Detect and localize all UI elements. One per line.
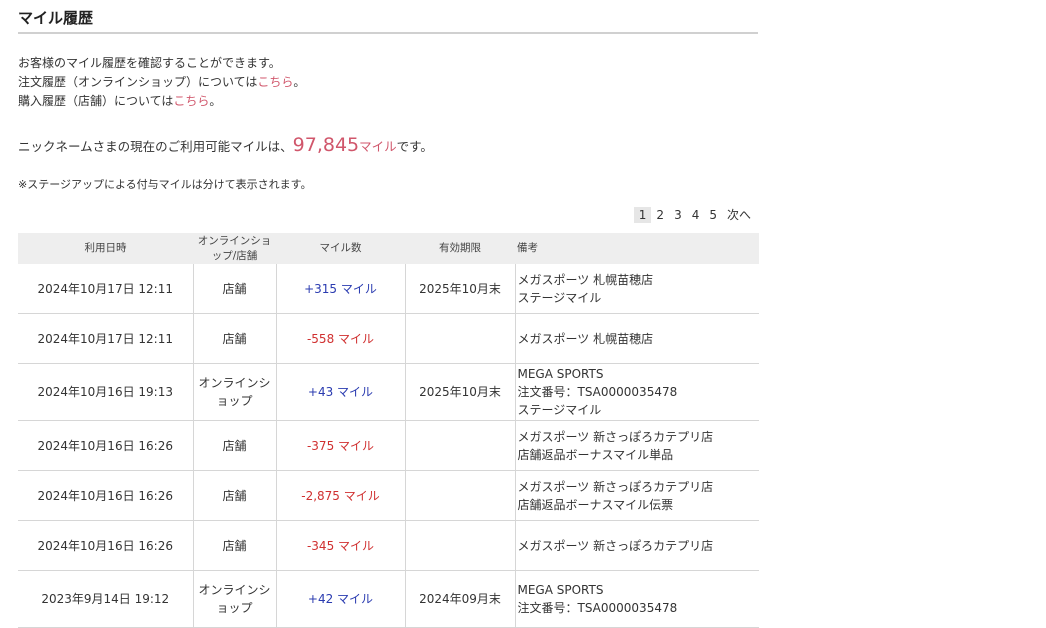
cell-remark: MEGA SPORTS 注文番号：TSA0000035478 ステージマイル: [514, 363, 759, 421]
pagination: 1 2 3 4 5 次へ: [633, 205, 756, 224]
cell-remark: メガスポーツ 新さっぽろカテプリ店: [514, 520, 759, 571]
remark-line: 店舗返品ボーナスマイル単品: [517, 447, 674, 462]
cell-remark: メガスポーツ 札幌苗穂店 ステージマイル: [514, 264, 759, 314]
page-4-button[interactable]: 4: [687, 207, 705, 223]
cell-expiry: [404, 313, 515, 364]
cell-expiry: [404, 520, 515, 571]
cell-miles: +315 マイル: [275, 264, 405, 314]
cell-remark: MEGA SPORTS 注文番号：TSA0000035478: [514, 570, 759, 628]
remark-line: 注文番号：TSA0000035478: [517, 385, 678, 399]
remark-line: MEGA SPORTS: [517, 367, 604, 381]
header-expiry: 有効期限: [405, 233, 515, 264]
cell-date: 2024年10月16日 19:13: [18, 363, 193, 421]
cell-miles: -558 マイル: [275, 313, 405, 364]
remark-line: メガスポーツ 札幌苗穂店: [517, 272, 654, 287]
page-2-button[interactable]: 2: [651, 207, 669, 223]
mile-balance: ニックネームさまの現在のご利用可能マイルは、97,845マイルです。: [18, 133, 758, 159]
page-3-button[interactable]: 3: [669, 207, 687, 223]
cell-expiry: [404, 420, 515, 471]
balance-prefix: ニックネームさまの現在のご利用可能マイルは、: [18, 139, 293, 154]
page-5-button[interactable]: 5: [704, 207, 722, 223]
cell-channel: オンラインショップ: [192, 570, 276, 628]
cell-channel: 店舗: [192, 520, 276, 571]
mile-history-table: 利用日時 オンラインショップ/店舗 マイル数 有効期限 備考 2024年10月1…: [18, 233, 759, 628]
cell-miles: -2,875 マイル: [275, 470, 405, 521]
cell-channel: 店舗: [192, 313, 276, 364]
cell-expiry: [404, 470, 515, 521]
cell-channel: 店舗: [192, 264, 276, 314]
cell-miles: -375 マイル: [275, 420, 405, 471]
cell-remark: メガスポーツ 新さっぽろカテプリ店 店舗返品ボーナスマイル単品: [514, 420, 759, 471]
table-row: 2024年10月16日 16:26 店舗 -345 マイル メガスポーツ 新さっ…: [18, 520, 759, 571]
remark-line: メガスポーツ 新さっぽろカテプリ店: [517, 479, 714, 494]
cell-channel: オンラインショップ: [192, 363, 276, 421]
header-remark: 備考: [515, 233, 759, 264]
intro-line-2-suffix: 。: [293, 75, 306, 89]
table-row: 2024年10月17日 12:11 店舗 +315 マイル 2025年10月末 …: [18, 264, 759, 314]
remark-line: メガスポーツ 新さっぽろカテプリ店: [517, 429, 714, 444]
balance-unit: マイル: [359, 139, 397, 154]
mile-history-section: マイル履歴 お客様のマイル履歴を確認することができます。 注文履歴（オンラインシ…: [18, 0, 759, 628]
remark-line: メガスポーツ 新さっぽろカテプリ店: [517, 538, 714, 553]
stage-note: ※ステージアップによる付与マイルは分けて表示されます。: [18, 178, 312, 191]
cell-remark: メガスポーツ 新さっぽろカテプリ店 店舗返品ボーナスマイル伝票: [514, 470, 759, 521]
remark-line: ステージマイル: [517, 290, 602, 305]
cell-date: 2024年10月16日 16:26: [18, 520, 193, 571]
page-title: マイル履歴: [18, 8, 758, 34]
remark-line: MEGA SPORTS: [517, 583, 604, 597]
cell-date: 2024年10月17日 12:11: [18, 313, 193, 364]
cell-channel: 店舗: [192, 470, 276, 521]
cell-date: 2024年10月16日 16:26: [18, 420, 193, 471]
intro-line-2-text: 注文履歴（オンラインショップ）については: [18, 75, 258, 89]
intro-line-3: 購入履歴（店舗）についてはこちら。: [18, 92, 758, 111]
header-miles: マイル数: [276, 233, 405, 264]
next-page-button[interactable]: 次へ: [722, 205, 756, 224]
cell-date: 2023年9月14日 19:12: [18, 570, 193, 628]
balance-suffix: です。: [396, 139, 433, 154]
intro-text: お客様のマイル履歴を確認することができます。 注文履歴（オンラインショップ）につ…: [18, 54, 758, 111]
intro-line-1: お客様のマイル履歴を確認することができます。: [18, 56, 281, 70]
cell-miles: -345 マイル: [275, 520, 405, 571]
cell-expiry: 2025年10月末: [404, 363, 515, 421]
table-row: 2024年10月16日 16:26 店舗 -2,875 マイル メガスポーツ 新…: [18, 470, 759, 521]
intro-line-2: 注文履歴（オンラインショップ）についてはこちら。: [18, 73, 758, 92]
purchase-history-link[interactable]: こちら: [173, 94, 209, 108]
cell-expiry: 2024年09月末: [404, 570, 515, 628]
cell-miles: +42 マイル: [275, 570, 405, 628]
intro-line-3-text: 購入履歴（店舗）については: [18, 94, 174, 108]
table-row: 2024年10月16日 16:26 店舗 -375 マイル メガスポーツ 新さっ…: [18, 420, 759, 471]
order-history-link[interactable]: こちら: [257, 75, 293, 89]
cell-miles: +43 マイル: [275, 363, 405, 421]
table-row: 2024年10月17日 12:11 店舗 -558 マイル メガスポーツ 札幌苗…: [18, 313, 759, 364]
header-date: 利用日時: [18, 233, 193, 264]
cell-remark: メガスポーツ 札幌苗穂店: [514, 313, 759, 364]
header-channel: オンラインショップ/店舗: [193, 233, 276, 264]
table-header-row: 利用日時 オンラインショップ/店舗 マイル数 有効期限 備考: [18, 233, 759, 264]
page-1-button[interactable]: 1: [633, 206, 652, 223]
remark-line: 店舗返品ボーナスマイル伝票: [517, 497, 674, 512]
cell-expiry: 2025年10月末: [404, 264, 515, 314]
cell-channel: 店舗: [192, 420, 276, 471]
cell-date: 2024年10月17日 12:11: [18, 264, 193, 314]
remark-line: メガスポーツ 札幌苗穂店: [517, 331, 654, 346]
table-row: 2024年10月16日 19:13 オンラインショップ +43 マイル 2025…: [18, 363, 759, 421]
remark-line: ステージマイル: [517, 403, 602, 417]
balance-value: 97,845: [292, 134, 360, 156]
cell-date: 2024年10月16日 16:26: [18, 470, 193, 521]
remark-line: 注文番号：TSA0000035478: [517, 601, 678, 615]
intro-line-3-suffix: 。: [209, 94, 222, 108]
table-row: 2023年9月14日 19:12 オンラインショップ +42 マイル 2024年…: [18, 570, 759, 628]
